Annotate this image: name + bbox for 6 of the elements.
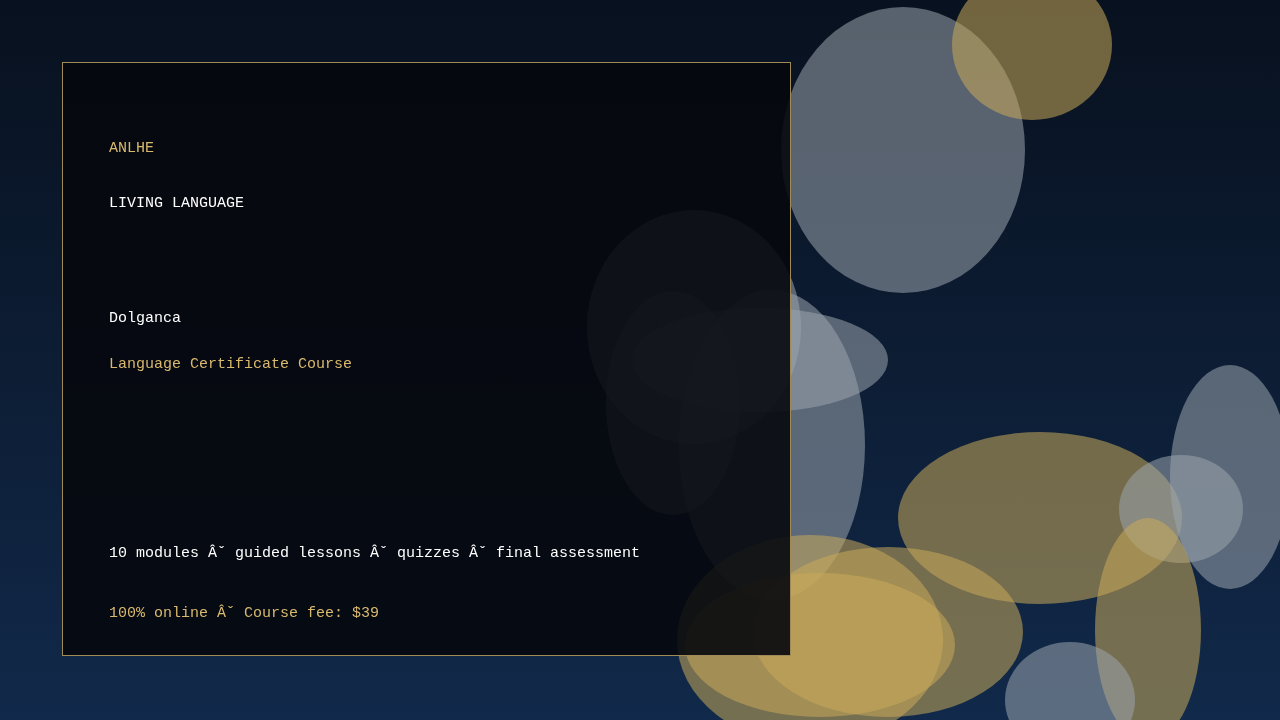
language-name: Dolganca — [109, 309, 181, 329]
brand-name: ANLHE — [109, 139, 154, 159]
course-name: Language Certificate Course — [109, 355, 353, 375]
course-title: LIVING LANGUAGE — [109, 194, 245, 214]
pricing-text: 100% online Âˇ Course fee: $39 — [109, 604, 380, 624]
features-text: 10 modules Âˇ guided lessons Âˇ quizzes Âˇ final assessment — [109, 544, 641, 564]
